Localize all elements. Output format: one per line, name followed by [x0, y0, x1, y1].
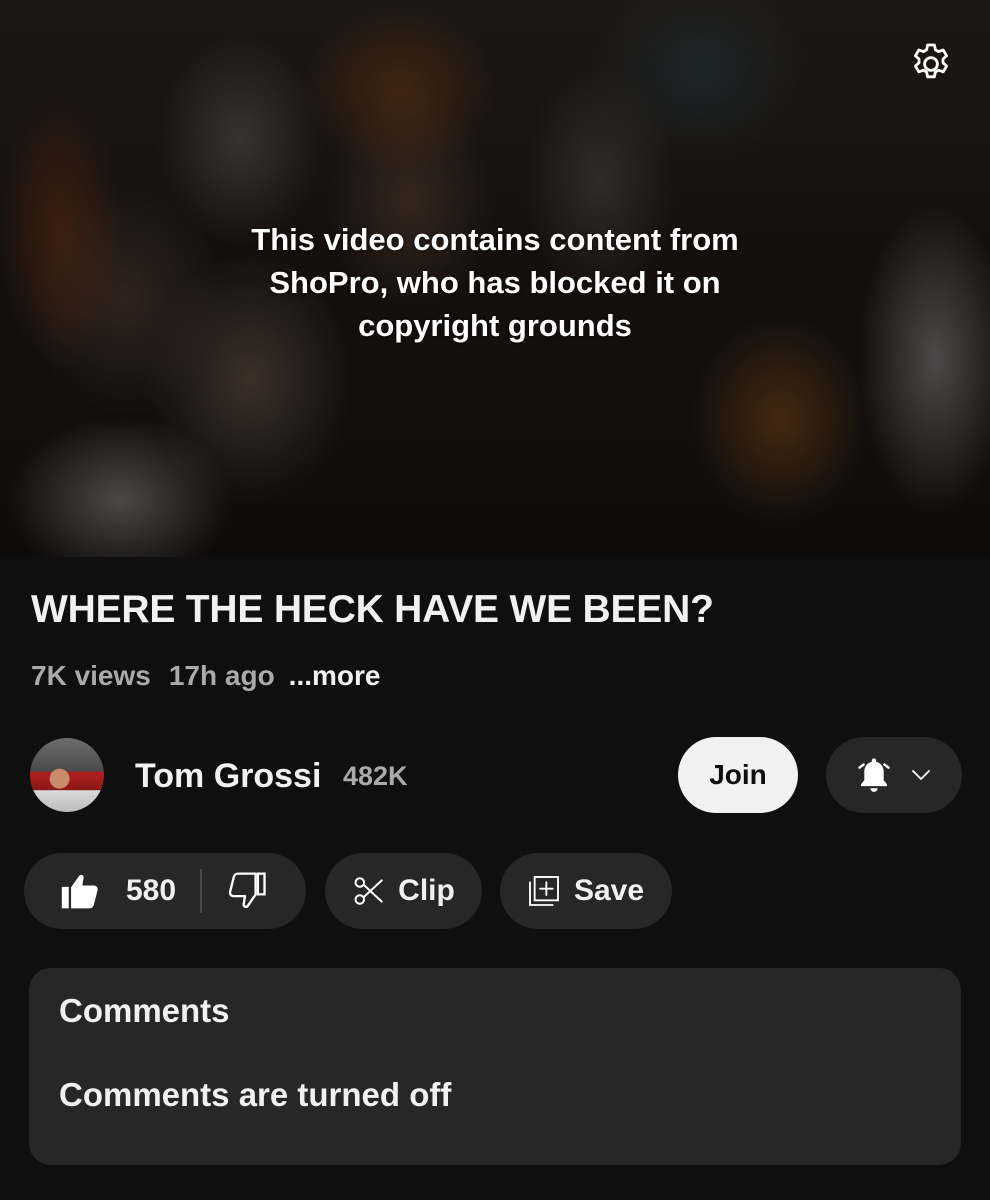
- video-title: WHERE THE HECK HAVE WE BEEN?: [31, 588, 714, 631]
- save-button[interactable]: Save: [500, 853, 672, 929]
- like-button[interactable]: 580: [24, 853, 176, 929]
- save-label: Save: [573, 874, 645, 907]
- blocked-message-line: This video contains content from: [251, 222, 739, 257]
- channel-avatar[interactable]: [30, 738, 104, 812]
- chevron-down-icon: [912, 770, 930, 780]
- dislike-button[interactable]: [202, 853, 292, 929]
- subscribed-notification-button[interactable]: [826, 737, 962, 813]
- more-link[interactable]: ...more: [289, 660, 381, 692]
- settings-button[interactable]: [905, 38, 957, 90]
- thumbs-up-icon: [61, 874, 98, 909]
- subscriber-count: 482K: [343, 761, 408, 791]
- gear-icon: [914, 43, 948, 79]
- blocked-message-line: ShoPro, who has blocked it on: [269, 265, 721, 300]
- like-dislike-group: 580: [24, 853, 306, 929]
- add-to-playlist-icon: [529, 876, 559, 906]
- bell-icon: [858, 758, 890, 792]
- channel-name[interactable]: Tom Grossi: [135, 757, 321, 796]
- blocked-message-line: copyright grounds: [358, 308, 632, 343]
- comments-heading: Comments: [59, 992, 230, 1029]
- scissors-icon: [354, 877, 383, 905]
- upload-age: 17h ago: [168, 660, 275, 691]
- blocked-message: This video contains content from ShoPro,…: [0, 218, 990, 347]
- clip-label: Clip: [398, 874, 455, 907]
- comments-section[interactable]: Comments Comments are turned off: [29, 968, 961, 1165]
- video-meta[interactable]: 7K views 17h ago ...more: [31, 660, 380, 692]
- video-player[interactable]: This video contains content from ShoPro,…: [0, 0, 990, 557]
- join-button[interactable]: Join: [678, 737, 798, 813]
- view-count: 7K views: [31, 660, 151, 691]
- like-count: 580: [126, 874, 177, 907]
- clip-button[interactable]: Clip: [325, 853, 482, 929]
- comments-status: Comments are turned off: [59, 1076, 452, 1113]
- thumbs-down-icon: [228, 872, 266, 908]
